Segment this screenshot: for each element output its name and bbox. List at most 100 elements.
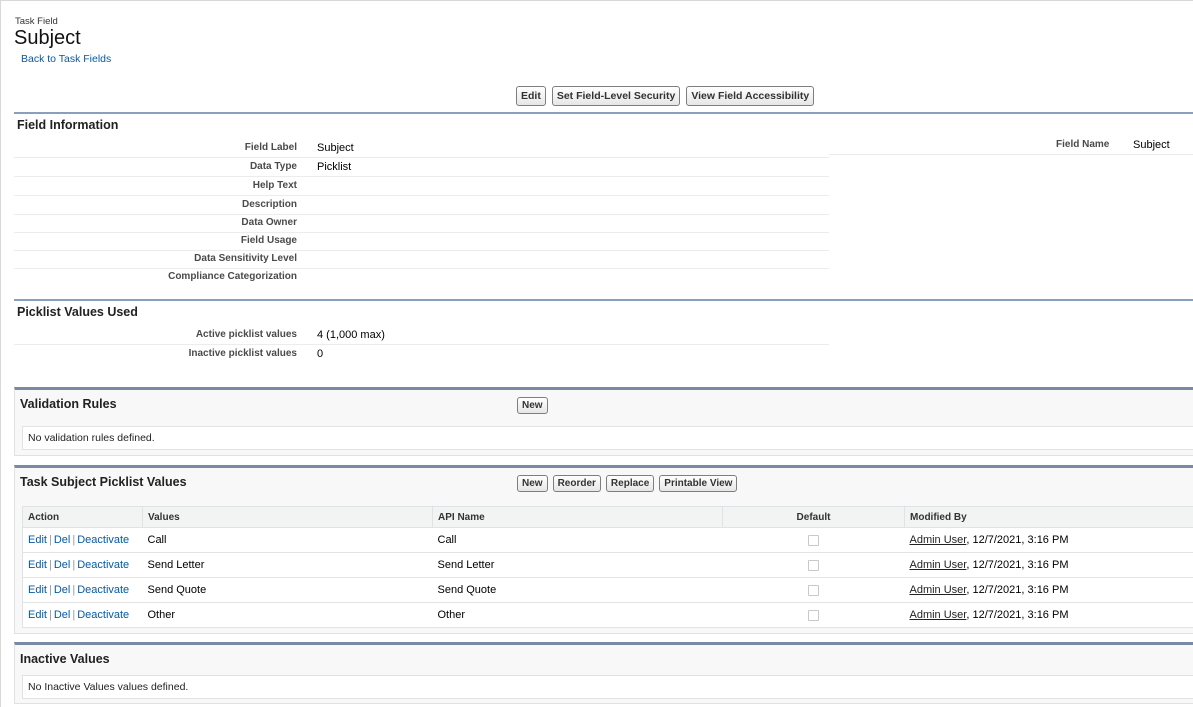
- picklist-values-table: Action Values API Name Default Modified …: [22, 506, 1193, 628]
- related-list-title: Inactive Values: [20, 652, 110, 666]
- table-row: Edit | Del | Deactivate Other Other Admin Us…: [22, 602, 1193, 628]
- detail-value: Subject: [317, 142, 354, 154]
- modified-date: , 12/7/2021, 3:16 PM: [966, 559, 1069, 571]
- modified-by-cell: Admin User, 12/7/2021, 3:16 PM: [904, 527, 1193, 553]
- detail-label: Field Label: [244, 142, 297, 153]
- column-header-values: Values: [142, 506, 433, 528]
- del-link[interactable]: Del: [54, 584, 71, 596]
- value-cell: Other: [142, 602, 433, 628]
- modified-by-cell: Admin User, 12/7/2021, 3:16 PM: [904, 602, 1193, 628]
- table-header-row: Action Values API Name Default Modified …: [22, 506, 1193, 528]
- new-validation-rule-button[interactable]: New: [517, 397, 548, 414]
- modified-date: , 12/7/2021, 3:16 PM: [966, 609, 1069, 621]
- detail-label: Field Usage: [240, 235, 297, 246]
- del-link[interactable]: Del: [54, 534, 71, 546]
- picklist-values-related-list: Task Subject Picklist Values New Reorder…: [14, 465, 1193, 634]
- default-cell: [722, 552, 905, 578]
- replace-button[interactable]: Replace: [605, 475, 655, 492]
- inactive-values-related-list: Inactive Values No Inactive Values value…: [14, 642, 1193, 704]
- back-to-task-fields-link[interactable]: Back to Task Fields: [21, 53, 111, 65]
- set-field-level-security-button[interactable]: Set Field-Level Security: [551, 86, 681, 106]
- detail-value: 4 (1,000 max): [317, 329, 385, 341]
- view-field-accessibility-button[interactable]: View Field Accessibility: [686, 86, 815, 106]
- api-name-cell: Other: [432, 602, 723, 628]
- printable-view-button[interactable]: Printable View: [659, 475, 738, 492]
- modified-by-user-link[interactable]: Admin User: [910, 609, 967, 621]
- detail-label: Field Name: [1056, 139, 1110, 150]
- deactivate-link[interactable]: Deactivate: [77, 584, 129, 596]
- deactivate-link[interactable]: Deactivate: [77, 559, 129, 571]
- detail-toolbar: Edit Set Field-Level Security View Field…: [516, 86, 815, 106]
- detail-label: Active picklist values: [195, 329, 297, 340]
- column-header-api-name: API Name: [432, 506, 723, 528]
- column-header-default: Default: [722, 506, 905, 528]
- detail-row-data-owner: Data Owner: [14, 214, 829, 233]
- modified-by-user-link[interactable]: Admin User: [910, 559, 967, 571]
- related-list-title: Task Subject Picklist Values: [20, 475, 187, 489]
- validation-rules-body: No validation rules defined.: [22, 426, 1193, 450]
- default-checkbox: [808, 534, 819, 546]
- default-checkbox: [808, 584, 819, 596]
- detail-row-field-label: Field Label Subject: [14, 139, 829, 158]
- del-link[interactable]: Del: [54, 609, 71, 621]
- detail-value: 0: [317, 348, 324, 360]
- related-list-title: Validation Rules: [20, 397, 117, 411]
- empty-message: No Inactive Values values defined.: [28, 681, 189, 693]
- separator: |: [48, 534, 52, 546]
- section-title: Picklist Values Used: [17, 305, 138, 319]
- detail-value: Picklist: [317, 161, 352, 173]
- action-cell: Edit | Del | Deactivate: [22, 577, 143, 603]
- detail-label: Description: [241, 199, 297, 210]
- value-cell: Send Letter: [142, 552, 433, 578]
- detail-row-field-name: Field Name Subject: [829, 136, 1193, 155]
- detail-row-description: Description: [14, 196, 829, 215]
- section-title: Field Information: [17, 118, 119, 132]
- new-picklist-value-button[interactable]: New: [517, 475, 548, 492]
- column-header-action: Action: [22, 506, 143, 528]
- value-cell: Send Quote: [142, 577, 433, 603]
- empty-message: No validation rules defined.: [28, 432, 155, 444]
- edit-link[interactable]: Edit: [28, 559, 47, 571]
- field-information-section: Field Information Field Label Subject Da…: [14, 112, 1193, 294]
- value-cell: Call: [142, 527, 433, 553]
- edit-link[interactable]: Edit: [28, 584, 47, 596]
- detail-label: Inactive picklist values: [188, 348, 297, 359]
- api-name-cell: Send Quote: [432, 577, 723, 603]
- detail-row-inactive-picklist-values: Inactive picklist values 0: [14, 345, 829, 363]
- table-row: Edit | Del | Deactivate Call Call Admin User…: [22, 527, 1193, 553]
- separator: |: [48, 609, 52, 621]
- deactivate-link[interactable]: Deactivate: [77, 534, 129, 546]
- separator: |: [48, 584, 52, 596]
- modified-by-user-link[interactable]: Admin User: [910, 584, 967, 596]
- action-cell: Edit | Del | Deactivate: [22, 527, 143, 553]
- detail-row-compliance-categorization: Compliance Categorization: [14, 268, 829, 286]
- action-cell: Edit | Del | Deactivate: [22, 602, 143, 628]
- detail-row-help-text: Help Text: [14, 177, 829, 196]
- page-title: Subject: [14, 27, 81, 49]
- default-checkbox: [808, 559, 819, 571]
- picklist-values-toolbar: New Reorder Replace Printable View: [517, 475, 738, 492]
- table-row: Edit | Del | Deactivate Send Quote Send Quot…: [22, 577, 1193, 603]
- table-row: Edit | Del | Deactivate Send Letter Send Let…: [22, 552, 1193, 578]
- modified-by-user-link[interactable]: Admin User: [910, 534, 967, 546]
- default-checkbox: [808, 609, 819, 621]
- edit-button[interactable]: Edit: [516, 86, 546, 106]
- detail-row-field-usage: Field Usage: [14, 232, 829, 251]
- edit-link[interactable]: Edit: [28, 609, 47, 621]
- detail-row-active-picklist-values: Active picklist values 4 (1,000 max): [14, 326, 829, 345]
- action-cell: Edit | Del | Deactivate: [22, 552, 143, 578]
- modified-date: , 12/7/2021, 3:16 PM: [966, 584, 1069, 596]
- del-link[interactable]: Del: [54, 559, 71, 571]
- detail-row-data-type: Data Type Picklist: [14, 158, 829, 177]
- modified-by-cell: Admin User, 12/7/2021, 3:16 PM: [904, 552, 1193, 578]
- reorder-button[interactable]: Reorder: [552, 475, 601, 492]
- column-header-modified-by: Modified By: [904, 506, 1193, 528]
- detail-label: Compliance Categorization: [168, 271, 297, 282]
- modified-date: , 12/7/2021, 3:16 PM: [966, 534, 1069, 546]
- deactivate-link[interactable]: Deactivate: [77, 609, 129, 621]
- detail-value: Subject: [1133, 139, 1170, 151]
- api-name-cell: Send Letter: [432, 552, 723, 578]
- object-type-label: Task Field: [15, 16, 58, 27]
- detail-label: Data Sensitivity Level: [194, 253, 297, 264]
- edit-link[interactable]: Edit: [28, 534, 47, 546]
